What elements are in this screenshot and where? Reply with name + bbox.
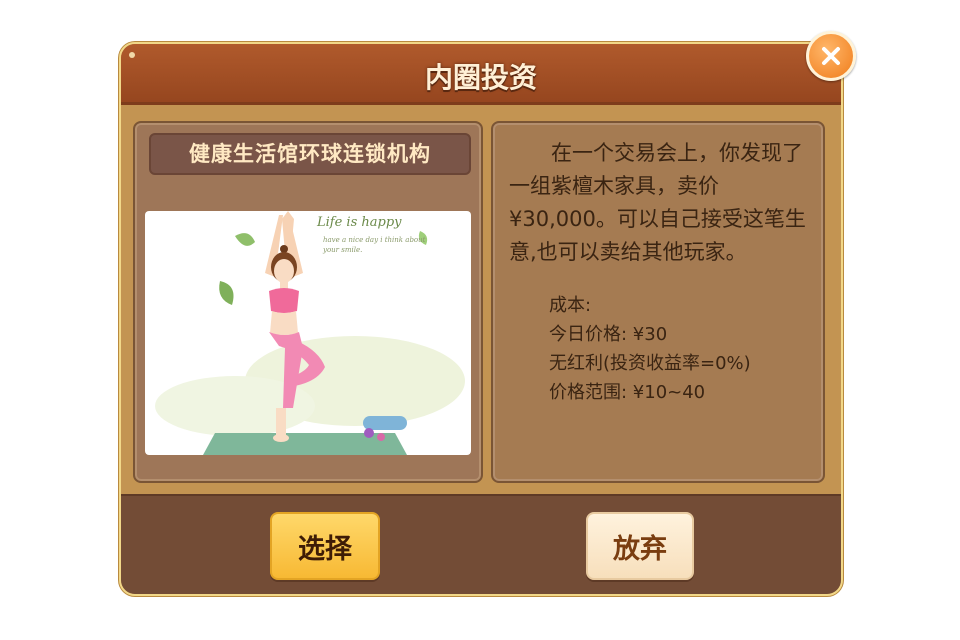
deal-description: 在一个交易会上，你发现了一组紫檀木家具，卖价¥30,000。可以自己接受这笔生意… bbox=[509, 141, 806, 264]
image-script-subtitle: have a nice day i think about your smile… bbox=[323, 236, 426, 254]
deal-stats: 成本: 今日价格: ¥30 无红利(投资收益率=0%) 价格范围: ¥10~40 bbox=[549, 291, 751, 407]
today-price: 今日价格: ¥30 bbox=[549, 324, 668, 345]
info-panel: 在一个交易会上，你发现了一组紫檀木家具，卖价¥30,000。可以自己接受这笔生意… bbox=[491, 121, 825, 483]
image-script-title: Life is happy bbox=[317, 215, 402, 230]
company-panel: 健康生活馆环球连锁机构 Life is happy have a nice da… bbox=[133, 121, 483, 483]
select-button[interactable]: 选择 bbox=[270, 512, 380, 580]
dividend-info: 无红利(投资收益率=0%) bbox=[549, 353, 751, 374]
investment-dialog: 内圈投资 健康生活馆环球连锁机构 Life is happy have a ni… bbox=[119, 42, 843, 596]
button-bar: 选择 放弃 bbox=[121, 494, 841, 594]
close-button[interactable] bbox=[806, 31, 856, 81]
title-bar: 内圈投资 bbox=[121, 44, 841, 105]
dialog-title: 内圈投资 bbox=[424, 61, 537, 94]
company-image: Life is happy have a nice day i think ab… bbox=[145, 211, 471, 455]
cost-label: 成本: bbox=[549, 295, 592, 316]
price-range: 价格范围: ¥10~40 bbox=[549, 382, 706, 403]
abandon-button[interactable]: 放弃 bbox=[586, 512, 694, 580]
close-icon bbox=[822, 47, 840, 65]
dialog-content: 健康生活馆环球连锁机构 Life is happy have a nice da… bbox=[121, 105, 841, 494]
company-name: 健康生活馆环球连锁机构 bbox=[149, 133, 471, 175]
